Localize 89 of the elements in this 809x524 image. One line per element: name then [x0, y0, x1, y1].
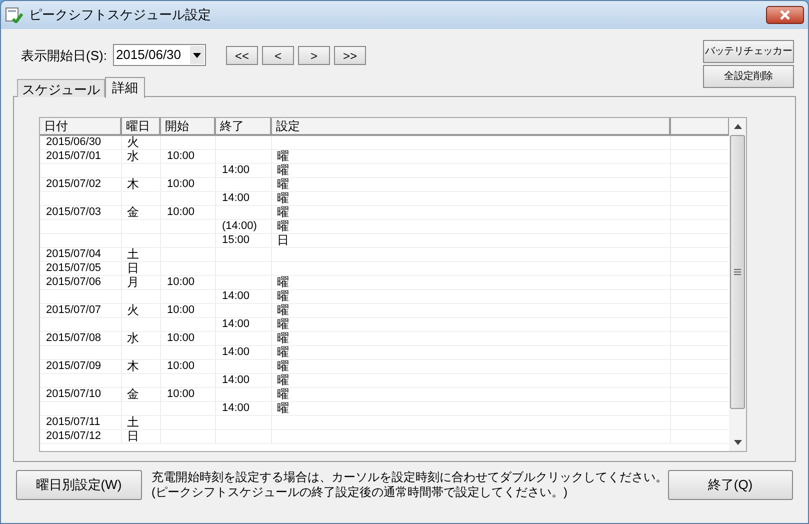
table-cell: 2015/07/09 — [46, 360, 102, 372]
table-cell: 火 — [127, 136, 139, 149]
table-cell: 曜 — [277, 303, 289, 317]
table-cell: 日 — [127, 429, 139, 443]
scrollbar-thumb[interactable] — [730, 135, 745, 409]
table-cell: 水 — [127, 149, 139, 163]
table-cell: 曜 — [277, 331, 289, 345]
table-cell: 14:00 — [222, 346, 250, 358]
table-cell: 2015/07/01 — [46, 150, 102, 162]
table-cell: 2015/07/06 — [46, 276, 102, 288]
table-cell: 金 — [127, 205, 139, 219]
table-cell: 土 — [127, 247, 139, 261]
table-cell: 土 — [127, 415, 139, 429]
table-cell: 10:00 — [167, 206, 195, 218]
table-cell: 14:00 — [222, 374, 250, 386]
scroll-up-icon — [734, 124, 742, 129]
table-cell: 10:00 — [167, 276, 195, 288]
table-cell: 2015/07/07 — [46, 304, 102, 316]
table-cell: 曜 — [277, 149, 289, 163]
tab[interactable]: 詳細 — [105, 77, 145, 98]
table-cell: 火 — [127, 303, 139, 317]
navigation-button[interactable]: > — [298, 46, 330, 65]
column-header: 日付 — [40, 118, 122, 134]
date-value: 2015/06/30 — [114, 46, 182, 64]
table-cell: 15:00 — [222, 234, 250, 246]
column-header: 曜日 — [122, 118, 161, 134]
table-cell: 曜 — [277, 163, 289, 177]
table-cell: 曜 — [277, 289, 289, 303]
table-cell: (14:00) — [222, 220, 257, 232]
start-date-label: 表示開始日(S): — [21, 47, 107, 65]
column-header: 設定 — [272, 118, 671, 134]
table-cell: 金 — [127, 387, 139, 401]
table-cell: 10:00 — [167, 178, 195, 190]
date-dropdown[interactable]: 2015/06/30 — [112, 44, 206, 66]
table-cell: 10:00 — [167, 388, 195, 400]
table-cell: 曜 — [277, 205, 289, 219]
table-cell: 曜 — [277, 401, 289, 415]
navigation-button[interactable]: >> — [334, 46, 366, 65]
window-title: ピークシフトスケジュール設定 — [29, 6, 211, 24]
table-cell: 10:00 — [167, 150, 195, 162]
navigation-button[interactable]: << — [226, 46, 258, 65]
table-cell: 14:00 — [222, 164, 250, 176]
table-cell: 2015/07/12 — [46, 430, 102, 442]
table-cell: 2015/07/04 — [46, 248, 102, 260]
table-cell: 曜 — [277, 275, 289, 289]
table-cell: 10:00 — [167, 360, 195, 372]
scroll-down-icon — [734, 440, 742, 445]
table-cell: 木 — [127, 177, 139, 191]
table-cell: 2015/07/08 — [46, 332, 102, 344]
delete-all-button[interactable]: 全設定削除 — [703, 65, 794, 88]
table-cell: 10:00 — [167, 304, 195, 316]
navigation-button[interactable]: < — [262, 46, 294, 65]
table-cell: 14:00 — [222, 402, 250, 414]
table-cell: 日 — [277, 233, 289, 247]
table-cell: 水 — [127, 331, 139, 345]
exit-button[interactable]: 終了(Q) — [668, 470, 793, 500]
close-icon — [779, 10, 791, 20]
table-cell: 10:00 — [167, 332, 195, 344]
table-cell: 2015/07/11 — [46, 416, 100, 428]
table-cell: 2015/07/02 — [46, 178, 102, 190]
table-cell: 14:00 — [222, 192, 250, 204]
column-header: 開始 — [161, 118, 216, 134]
table-cell: 曜 — [277, 345, 289, 359]
tab[interactable]: スケジュール — [17, 79, 105, 97]
table-cell: 14:00 — [222, 318, 250, 330]
table-cell: 2015/07/05 — [46, 262, 102, 274]
weekday-settings-button[interactable]: 曜日別設定(W) — [16, 470, 142, 500]
table-cell: 日 — [127, 261, 139, 275]
table-cell: 2015/07/10 — [46, 388, 102, 400]
instruction-text: 充電開始時刻を設定する場合は、カーソルを設定時刻に合わせてダブルクリックしてください。 — [152, 470, 668, 485]
table-cell: 曜 — [277, 177, 289, 191]
table-cell: 曜 — [277, 359, 289, 373]
table-cell: 曜 — [277, 387, 289, 401]
table-cell: 2015/06/30 — [46, 136, 102, 148]
app-icon — [5, 7, 23, 23]
close-button[interactable] — [766, 6, 804, 24]
vertical-scrollbar[interactable] — [729, 118, 746, 451]
table-cell: 月 — [127, 275, 139, 289]
instruction-text: (ピークシフトスケジュールの終了設定後の通常時間帯で設定してください。) — [152, 485, 568, 500]
table-cell: 2015/07/03 — [46, 206, 102, 218]
column-header: 終了 — [216, 118, 272, 134]
table-cell: 木 — [127, 359, 139, 373]
battery-checker-button[interactable]: バッテリチェッカー — [703, 40, 794, 63]
table-cell: 14:00 — [222, 290, 250, 302]
table-cell: 曜 — [277, 219, 289, 233]
table-cell: 曜 — [277, 317, 289, 331]
grip-icon — [734, 269, 741, 275]
table-cell: 曜 — [277, 373, 289, 387]
table-cell: 曜 — [277, 191, 289, 205]
